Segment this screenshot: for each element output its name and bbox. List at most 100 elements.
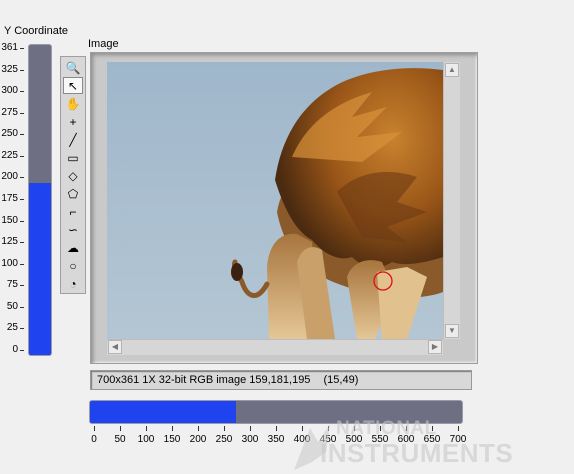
x-scale-tick-mark [198,426,199,431]
x-scale-tick-mark [172,426,173,431]
x-scale-tick-label: 550 [371,434,389,445]
x-scale-tick-label: 700 [449,434,467,445]
y-scale-tick-mark [20,48,24,49]
oval-tool-icon: ○ [69,258,77,273]
y-scale-tick-mark [20,69,24,71]
x-scale-tick-mark [432,426,433,431]
x-scale-tick-mark [458,426,459,431]
polygon-tool-icon: ⬠ [67,186,79,201]
rectangle-tool-button[interactable]: ▭ [63,149,83,166]
point-tool-button[interactable]: + [63,113,83,130]
y-coordinate-slider-fill [29,183,51,355]
x-scale-tick-label: 650 [423,434,441,445]
pan-tool-icon: ✋ [65,96,81,111]
y-scale-tick-label: 100 [1,257,18,269]
broken-line-tool-button[interactable]: ⌐ [63,203,83,220]
freehand-tool-button[interactable]: ∽ [63,221,83,238]
freehand-region-tool-icon: ☁ [67,240,79,255]
pointer-tool-icon: ↖ [67,78,79,93]
x-scale-tick-label: 300 [241,434,259,445]
x-coordinate-slider[interactable] [89,400,463,424]
pointer-tool-button[interactable]: ↖ [63,77,83,94]
x-scale-tick-label: 450 [319,434,337,445]
y-coordinate-slider[interactable] [28,44,52,356]
y-scale-tick-mark [20,285,24,287]
image-info-text: 700x361 1X 32-bit RGB image 159,181,195 [97,374,311,386]
y-scale-tick-label: 225 [1,149,18,161]
scroll-up-icon[interactable]: ▲ [445,63,459,77]
y-scale-tick-label: 175 [1,193,18,204]
x-scale-tick-label: 250 [215,434,233,445]
scroll-left-icon[interactable]: ◀ [108,340,122,354]
roi-tool-palette: 🔍 ↖ ✋ + ╱ ▭ ◇ ⬠ ⌐ ∽ ☁ ○ ◔ [60,56,86,294]
broken-line-tool-icon: ⌐ [69,204,77,219]
y-scale-tick-label: 300 [1,85,18,97]
freehand-tool-icon: ∽ [67,222,79,237]
x-scale-tick-mark [276,426,277,431]
x-scale-tick-label: 150 [163,434,181,445]
image-horizontal-scrollbar[interactable]: ◀ ▶ [107,339,443,355]
x-scale-tick-mark [146,426,147,431]
y-scale-tick-label: 275 [1,106,18,118]
x-scale-tick-label: 0 [91,434,97,445]
x-scale-tick-label: 500 [345,434,363,445]
y-scale-tick-mark [20,350,24,351]
x-scale-tick-mark [250,426,251,431]
rotated-rectangle-tool-button[interactable]: ◇ [63,167,83,184]
image-display-canvas[interactable] [107,62,443,339]
y-scale-tick-mark [20,177,24,179]
y-scale-tick-label: 50 [6,300,18,312]
x-scale-tick-mark [224,426,225,431]
y-scale-tick-mark [20,91,24,93]
annulus-tool-button[interactable]: ◔ [63,275,83,292]
x-scale-tick-mark [406,426,407,431]
oval-tool-button[interactable]: ○ [63,257,83,274]
pan-tool-button[interactable]: ✋ [63,95,83,112]
image-info-bar: 700x361 1X 32-bit RGB image 159,181,195 … [90,370,472,390]
zoom-tool-button[interactable]: 🔍 [63,59,83,76]
y-scale-tick-mark [20,134,24,136]
scroll-right-icon[interactable]: ▶ [428,340,442,354]
x-scale-tick-mark [328,426,329,431]
y-scale-tick-mark [20,220,24,222]
x-scale-tick-label: 600 [397,434,415,445]
y-scale-tick-label: 125 [1,236,18,248]
y-scale-tick-label: 200 [1,171,18,183]
annulus-tool-icon: ◔ [69,276,77,291]
rotated-rectangle-tool-icon: ◇ [68,168,78,183]
y-scale-tick-label: 75 [6,279,18,291]
zoom-tool-icon: 🔍 [65,60,81,75]
y-scale-tick-mark [20,306,24,308]
x-coordinate-scale: 0 50 100 150 200 250 300 350 400 450 500 550 600 650 7… [91,426,466,448]
cursor-position-text: (15,49) [323,374,359,386]
line-tool-button[interactable]: ╱ [63,131,83,148]
freehand-region-tool-button[interactable]: ☁ [63,239,83,256]
line-tool-icon: ╱ [69,132,77,147]
y-coordinate-label: Y Coordinate [4,25,69,37]
y-scale-tick-label: 0 [12,344,18,355]
rectangle-tool-icon: ▭ [67,150,79,165]
y-scale-tick-label: 25 [6,322,18,334]
lion-photo [107,62,443,339]
x-scale-tick-label: 350 [267,434,285,445]
x-scale-tick-mark [302,426,303,431]
y-scale-tick-label: 250 [1,128,18,140]
x-coordinate-slider-fill [90,401,237,423]
x-scale-tick-mark [354,426,355,431]
x-scale-tick-label: 400 [293,434,311,445]
image-vertical-scrollbar[interactable]: ▲ ▼ [443,62,460,339]
y-scale-tick-mark [20,199,24,200]
scroll-down-icon[interactable]: ▼ [445,324,459,338]
y-coordinate-scale: 361 325 300 275 250 225 200 175 150 125 100 75 50 25 0 [0,42,24,358]
x-scale-tick-label: 200 [189,434,207,445]
y-scale-tick-mark [20,155,24,157]
y-scale-tick-mark [20,328,24,330]
image-display-label: Image [88,38,119,50]
y-scale-tick-label: 150 [1,214,18,226]
y-scale-tick-label: 361 [1,42,18,53]
point-tool-icon: + [69,114,77,129]
y-scale-tick-mark [20,263,24,265]
polygon-tool-button[interactable]: ⬠ [63,185,83,202]
x-scale-tick-mark [120,426,121,431]
x-scale-tick-label: 100 [137,434,155,445]
